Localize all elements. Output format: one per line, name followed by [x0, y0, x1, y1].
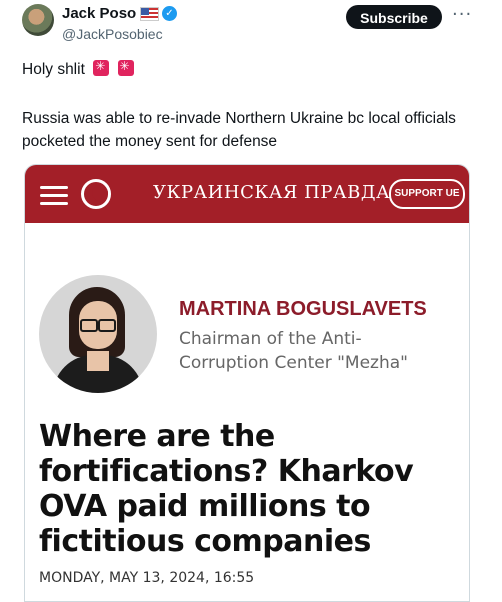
tweet-avatar[interactable] [22, 4, 54, 36]
site-logo[interactable]: УКРАИНСКАЯ ПРАВДА [153, 182, 390, 203]
tweet-text-line1: Holy shlit [22, 59, 134, 79]
siren-emoji-icon [93, 59, 110, 76]
article-author-title: Chairman of the Anti-Corruption Center "… [179, 329, 408, 373]
article-card[interactable]: УКРАИНСКАЯ ПРАВДА SUPPORT UE MARTINA BOG… [24, 164, 470, 602]
moon-theme-icon[interactable] [81, 179, 111, 209]
flag-us-icon [140, 7, 159, 21]
article-date: MONDAY, MAY 13, 2024, 16:55 [39, 570, 255, 586]
subscribe-button[interactable]: Subscribe [346, 5, 442, 29]
article-headline: Where are the fortifications? Kharkov OV… [39, 419, 414, 559]
author-photo [39, 275, 157, 393]
tweet-text-intro: Holy shlit [22, 61, 85, 78]
article-author-name[interactable]: MARTINA BOGUSLAVETS [179, 298, 427, 321]
site-header-bar: УКРАИНСКАЯ ПРАВДА SUPPORT UE [25, 165, 469, 223]
hamburger-menu-icon[interactable] [40, 186, 68, 205]
tweet-author-name[interactable]: Jack Poso [62, 5, 136, 22]
verified-badge-icon: ✓ [162, 6, 177, 21]
support-button[interactable]: SUPPORT UE [389, 179, 465, 209]
tweet-handle[interactable]: @JackPosobiec [62, 26, 163, 42]
tweet-text-body: Russia was able to re-invade Northern Uk… [22, 110, 456, 150]
more-options-icon[interactable]: ··· [452, 4, 472, 25]
siren-emoji-icon [117, 59, 134, 76]
